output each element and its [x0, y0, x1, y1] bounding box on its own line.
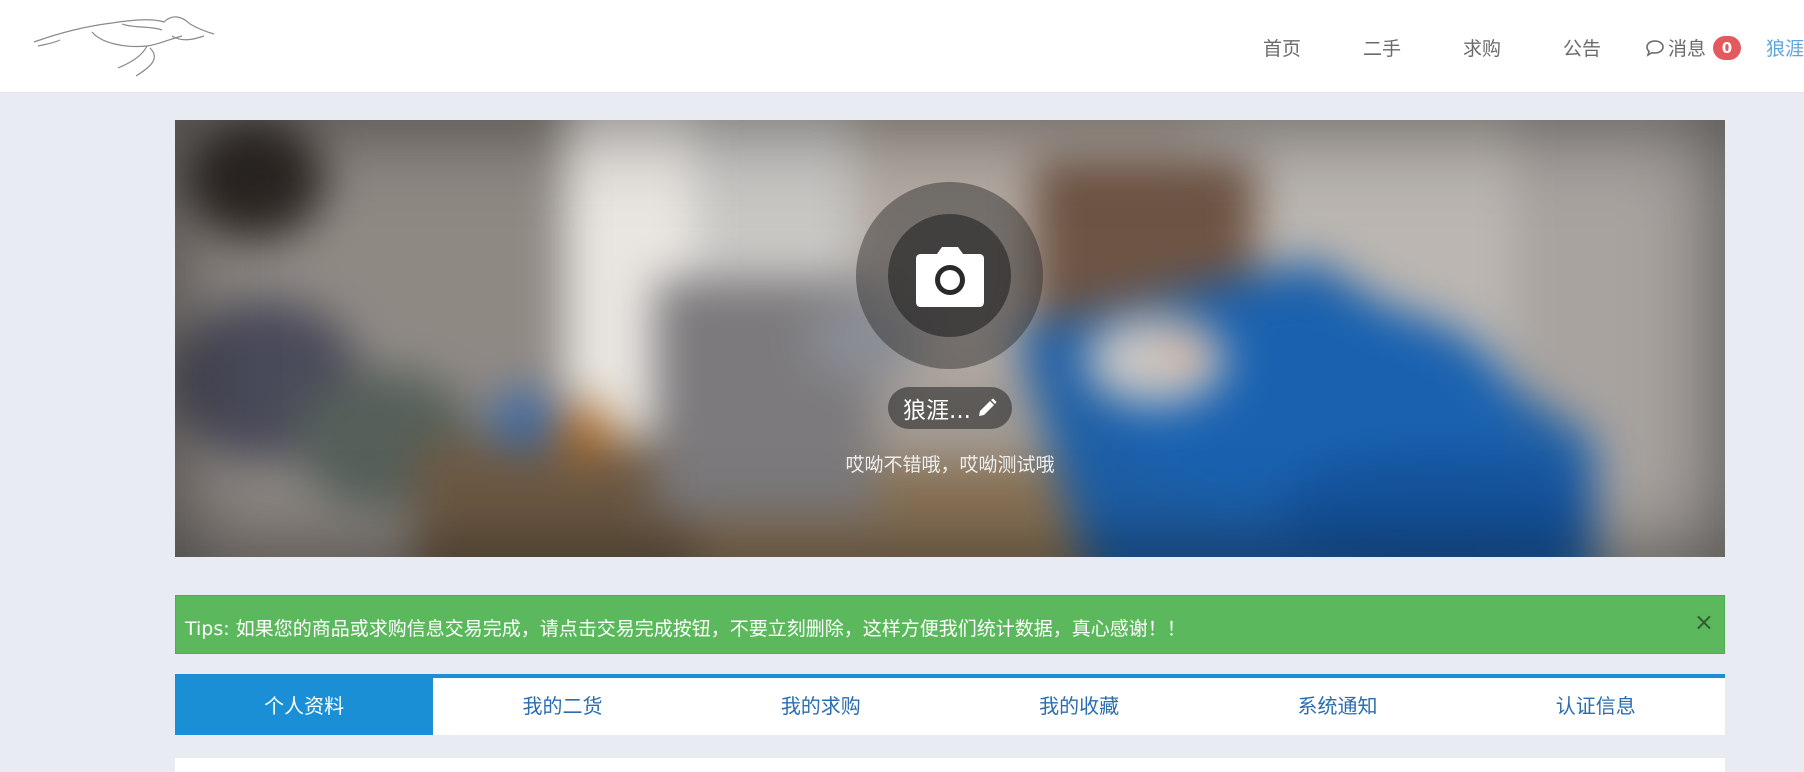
content-panel [175, 758, 1725, 772]
tab-my-wanted[interactable]: 我的求购 [692, 678, 950, 735]
tab-favorites[interactable]: 我的收藏 [950, 678, 1208, 735]
nav-messages[interactable]: 消息 0 [1645, 34, 1742, 61]
nav-user-menu[interactable]: 狼涯... [1766, 34, 1804, 61]
user-signature: 哎呦不错哦，哎呦测试哦 [845, 454, 1055, 476]
tab-system-notice[interactable]: 系统通知 [1208, 678, 1466, 735]
tips-text: Tips: 如果您的商品或求购信息交易完成，请点击交易完成按钮，不要立刻删除，这… [185, 618, 1186, 640]
message-count-badge: 0 [1713, 35, 1742, 60]
nav-messages-label: 消息 [1668, 38, 1707, 60]
tips-alert: Tips: 如果您的商品或求购信息交易完成，请点击交易完成按钮，不要立刻删除，这… [175, 595, 1725, 654]
camera-icon [916, 247, 984, 307]
username-label: 狼涯... [903, 398, 971, 424]
main-nav: 首页 二手 求购 公告 消息 0 狼涯... [0, 0, 1804, 93]
nav-notice[interactable]: 公告 [1563, 34, 1601, 61]
username-pill: 狼涯... [888, 387, 1012, 429]
nav-home[interactable]: 首页 [1263, 34, 1301, 61]
profile-tabs: 个人资料 我的二货 我的求购 我的收藏 系统通知 认证信息 [175, 674, 1725, 735]
pencil-icon[interactable] [977, 398, 997, 418]
tab-profile[interactable]: 个人资料 [175, 678, 434, 735]
nav-wanted[interactable]: 求购 [1463, 34, 1501, 61]
tab-verification[interactable]: 认证信息 [1467, 678, 1725, 735]
avatar-upload-button[interactable] [856, 182, 1043, 369]
nav-second-hand[interactable]: 二手 [1363, 34, 1401, 61]
profile-banner: 狼涯... 哎呦不错哦，哎呦测试哦 [175, 120, 1725, 557]
chat-bubble-icon [1646, 39, 1664, 57]
top-header: 首页 二手 求购 公告 消息 0 狼涯... [0, 0, 1804, 93]
tab-my-items[interactable]: 我的二货 [433, 678, 691, 735]
avatar-circle [888, 214, 1011, 337]
close-icon[interactable]: × [1694, 610, 1714, 634]
